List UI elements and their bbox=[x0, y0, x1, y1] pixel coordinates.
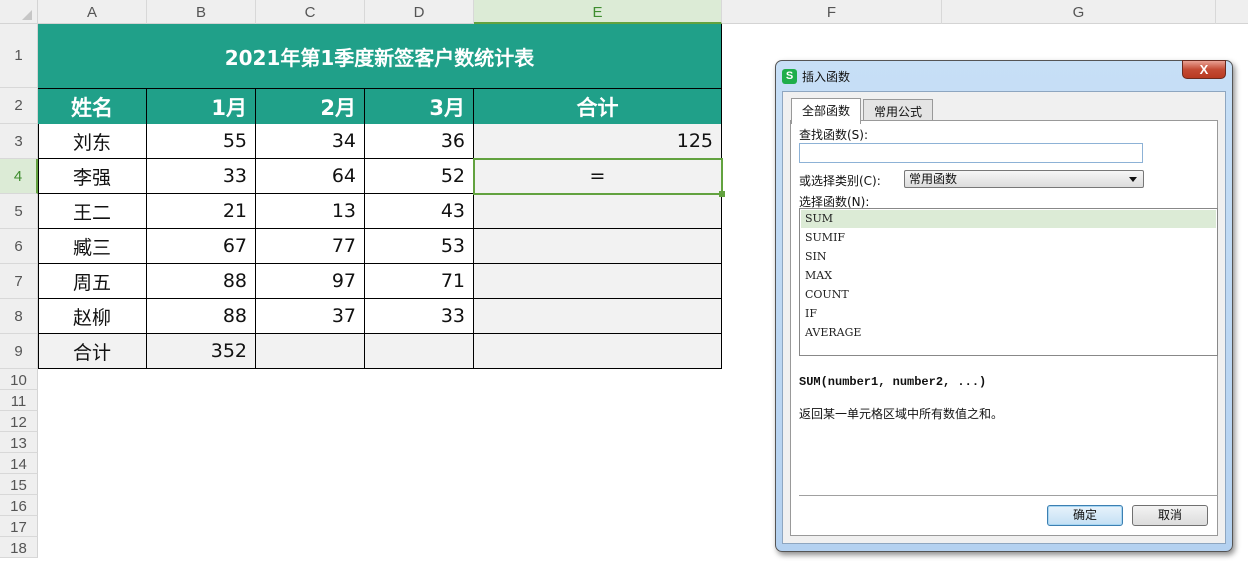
row-header-17[interactable]: 17 bbox=[0, 516, 38, 537]
row-header-15[interactable]: 15 bbox=[0, 474, 38, 495]
row-header-3[interactable]: 3 bbox=[0, 124, 38, 159]
cancel-button[interactable]: 取消 bbox=[1132, 505, 1208, 526]
wps-app-icon: S bbox=[782, 68, 797, 84]
feb-cell[interactable]: 37 bbox=[256, 299, 365, 334]
header-cell-feb[interactable]: 2月 bbox=[256, 88, 365, 124]
dialog-titlebar[interactable]: S 插入函数 bbox=[782, 65, 850, 87]
header-cell-mar[interactable]: 3月 bbox=[365, 88, 474, 124]
row-header-16[interactable]: 16 bbox=[0, 495, 38, 516]
row-header-13[interactable]: 13 bbox=[0, 432, 38, 453]
row-header-6[interactable]: 6 bbox=[0, 229, 38, 264]
ok-button[interactable]: 确定 bbox=[1047, 505, 1123, 526]
jan-cell[interactable]: 33 bbox=[147, 159, 256, 194]
header-cell-name[interactable]: 姓名 bbox=[38, 88, 147, 124]
column-header-e[interactable]: E bbox=[474, 0, 722, 24]
total-cell[interactable] bbox=[474, 194, 722, 229]
row-header-10[interactable]: 10 bbox=[0, 369, 38, 390]
function-description: 返回某一单元格区域中所有数值之和。 bbox=[799, 407, 1004, 421]
tab-all-functions[interactable]: 全部函数 bbox=[791, 98, 862, 124]
header-cell-total[interactable]: 合计 bbox=[474, 88, 722, 124]
jan-cell[interactable]: 55 bbox=[147, 124, 256, 159]
function-item-max[interactable]: MAX bbox=[801, 267, 1216, 285]
header-cell-jan[interactable]: 1月 bbox=[147, 88, 256, 124]
row-header-5[interactable]: 5 bbox=[0, 194, 38, 229]
total-cell[interactable]: 125 bbox=[474, 124, 722, 159]
feb-cell[interactable]: 77 bbox=[256, 229, 365, 264]
column-header-a[interactable]: A bbox=[38, 0, 147, 24]
sheet-title-cell[interactable]: 2021年第1季度新签客户数统计表 bbox=[38, 24, 722, 88]
feb-cell[interactable]: 13 bbox=[256, 194, 365, 229]
column-header-c[interactable]: C bbox=[256, 0, 365, 24]
summary-total-cell[interactable] bbox=[474, 334, 722, 369]
row-header-7[interactable]: 7 bbox=[0, 264, 38, 299]
name-cell[interactable]: 赵柳 bbox=[38, 299, 147, 334]
name-cell[interactable]: 刘东 bbox=[38, 124, 147, 159]
feb-cell[interactable]: 34 bbox=[256, 124, 365, 159]
column-header-f[interactable]: F bbox=[722, 0, 942, 24]
name-cell[interactable]: 臧三 bbox=[38, 229, 147, 264]
close-button[interactable]: X bbox=[1182, 60, 1226, 79]
summary-name-cell[interactable]: 合计 bbox=[38, 334, 147, 369]
search-function-label: 查找函数(S): bbox=[799, 128, 869, 142]
row-header-4[interactable]: 4 bbox=[0, 159, 38, 194]
function-item-if[interactable]: IF bbox=[801, 305, 1216, 323]
mar-cell[interactable]: 52 bbox=[365, 159, 474, 194]
total-cell[interactable] bbox=[474, 229, 722, 264]
jan-cell[interactable]: 67 bbox=[147, 229, 256, 264]
mar-cell[interactable]: 43 bbox=[365, 194, 474, 229]
column-header-b[interactable]: B bbox=[147, 0, 256, 24]
function-item-count[interactable]: COUNT bbox=[801, 286, 1216, 304]
row-header-1[interactable]: 1 bbox=[0, 24, 38, 88]
function-item-sum[interactable]: SUM bbox=[801, 210, 1216, 228]
feb-cell[interactable]: 64 bbox=[256, 159, 365, 194]
divider bbox=[799, 495, 1218, 496]
row-header-8[interactable]: 8 bbox=[0, 299, 38, 334]
name-cell[interactable]: 王二 bbox=[38, 194, 147, 229]
total-cell[interactable] bbox=[474, 264, 722, 299]
function-item-sin[interactable]: SIN bbox=[801, 248, 1216, 266]
function-list[interactable]: SUM SUMIF SIN MAX COUNT IF AVERAGE bbox=[799, 208, 1218, 356]
category-select-value: 常用函数 bbox=[909, 172, 958, 186]
name-cell[interactable]: 周五 bbox=[38, 264, 147, 299]
table-left-border bbox=[38, 124, 39, 369]
dropdown-arrow-icon bbox=[1129, 177, 1137, 182]
column-header-d[interactable]: D bbox=[365, 0, 474, 24]
tab-panel: 查找函数(S): 或选择类别(C): 常用函数 选择函数(N): SUM SUM… bbox=[790, 120, 1218, 536]
jan-cell[interactable]: 21 bbox=[147, 194, 256, 229]
summary-mar-cell[interactable] bbox=[365, 334, 474, 369]
function-item-sumif[interactable]: SUMIF bbox=[801, 229, 1216, 247]
summary-jan-cell[interactable]: 352 bbox=[147, 334, 256, 369]
insert-function-dialog: S 插入函数 X 全部函数 常用公式 查找函数(S): 或选择类别(C): 常用… bbox=[775, 60, 1233, 552]
column-header-g[interactable]: G bbox=[942, 0, 1216, 24]
summary-feb-cell[interactable] bbox=[256, 334, 365, 369]
jan-cell[interactable]: 88 bbox=[147, 264, 256, 299]
function-signature: SUM(number1, number2, ...) bbox=[799, 375, 987, 389]
row-header-2[interactable]: 2 bbox=[0, 88, 38, 124]
total-cell[interactable] bbox=[474, 299, 722, 334]
category-label: 或选择类别(C): bbox=[799, 174, 881, 188]
select-all-button[interactable] bbox=[0, 0, 38, 24]
row-header-14[interactable]: 14 bbox=[0, 453, 38, 474]
function-item-average[interactable]: AVERAGE bbox=[801, 324, 1216, 342]
dialog-title: 插入函数 bbox=[802, 69, 851, 84]
mar-cell[interactable]: 33 bbox=[365, 299, 474, 334]
category-select[interactable]: 常用函数 bbox=[904, 170, 1144, 188]
column-header-bar: A B C D E F G bbox=[0, 0, 1248, 24]
row-header-9[interactable]: 9 bbox=[0, 334, 38, 369]
mar-cell[interactable]: 53 bbox=[365, 229, 474, 264]
mar-cell[interactable]: 36 bbox=[365, 124, 474, 159]
dialog-body: 全部函数 常用公式 查找函数(S): 或选择类别(C): 常用函数 选择函数(N… bbox=[782, 91, 1226, 544]
jan-cell[interactable]: 88 bbox=[147, 299, 256, 334]
name-cell[interactable]: 李强 bbox=[38, 159, 147, 194]
close-icon: X bbox=[1199, 62, 1209, 77]
row-header-18[interactable]: 18 bbox=[0, 537, 38, 558]
search-function-input[interactable] bbox=[799, 143, 1143, 163]
feb-cell[interactable]: 97 bbox=[256, 264, 365, 299]
total-cell[interactable]: = bbox=[474, 159, 722, 194]
row-header-11[interactable]: 11 bbox=[0, 390, 38, 411]
row-header-12[interactable]: 12 bbox=[0, 411, 38, 432]
mar-cell[interactable]: 71 bbox=[365, 264, 474, 299]
